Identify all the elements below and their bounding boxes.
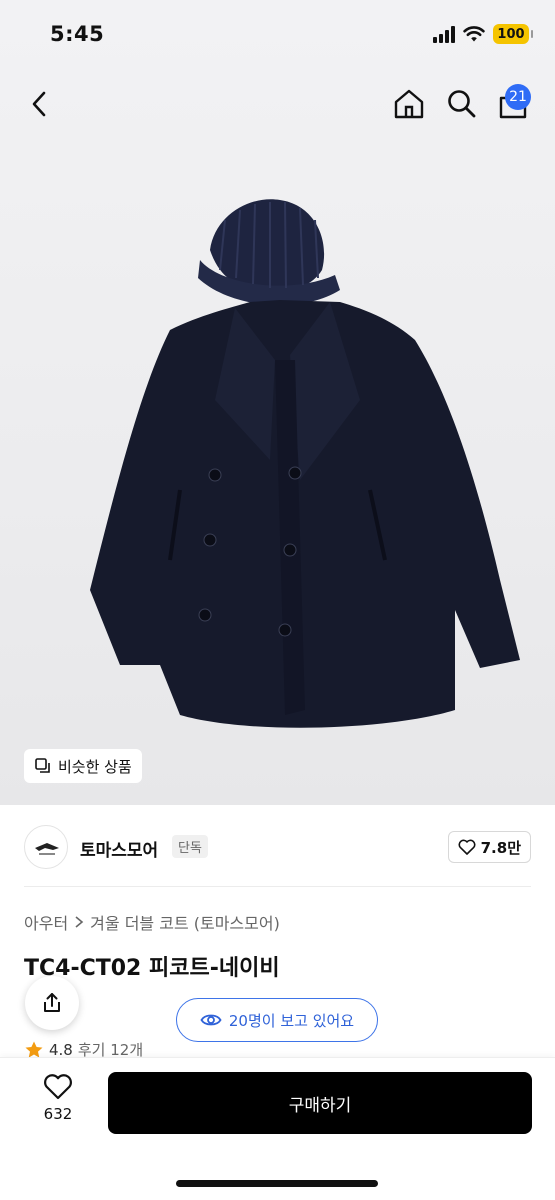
status-time: 5:45 bbox=[50, 22, 105, 46]
product-image[interactable] bbox=[60, 190, 530, 750]
divider bbox=[24, 886, 531, 887]
rating-score: 4.8 bbox=[49, 1040, 73, 1059]
back-icon[interactable] bbox=[22, 86, 58, 122]
similar-products-button[interactable]: 비슷한 상품 bbox=[24, 749, 142, 783]
wifi-icon bbox=[463, 26, 485, 42]
breadcrumb-subcategory[interactable]: 겨울 더블 코트 (토마스모어) bbox=[90, 910, 280, 934]
wishlist-button[interactable]: 632 bbox=[30, 1073, 86, 1133]
status-icons: 100 bbox=[433, 24, 533, 44]
buy-button[interactable]: 구매하기 bbox=[108, 1072, 532, 1134]
wishlist-count: 632 bbox=[43, 1105, 73, 1123]
status-bar: 5:45 100 bbox=[0, 0, 555, 70]
seller-name[interactable]: 토마스모어 bbox=[80, 836, 158, 861]
product-hero: 5:45 100 21 비슷한 상품 bbox=[0, 0, 555, 805]
home-indicator bbox=[176, 1180, 378, 1187]
search-icon[interactable] bbox=[443, 86, 479, 122]
breadcrumb-category[interactable]: 아우터 bbox=[24, 910, 68, 934]
share-button[interactable] bbox=[25, 976, 79, 1030]
breadcrumb: 아우터 겨울 더블 코트 (토마스모어) bbox=[24, 910, 280, 934]
top-nav bbox=[0, 80, 555, 130]
seller-logo-image bbox=[35, 843, 59, 855]
heart-icon bbox=[44, 1074, 72, 1100]
share-icon bbox=[44, 993, 60, 1012]
battery-indicator: 100 bbox=[493, 24, 533, 44]
cart-badge: 21 bbox=[505, 84, 531, 110]
chevron-right-icon bbox=[75, 916, 84, 928]
exclusive-badge: 단독 bbox=[172, 835, 208, 858]
seller-like-button[interactable]: 7.8만 bbox=[447, 831, 531, 863]
similar-products-label: 비슷한 상품 bbox=[58, 757, 132, 776]
copy-icon bbox=[35, 758, 50, 773]
viewers-count-pill: 20명이 보고 있어요 bbox=[176, 998, 378, 1042]
eye-icon bbox=[200, 1014, 222, 1026]
viewers-count-text: 20명이 보고 있어요 bbox=[228, 1011, 355, 1030]
seller-logo[interactable] bbox=[24, 825, 68, 869]
seller-like-count: 7.8만 bbox=[480, 838, 521, 857]
seller-row[interactable]: 토마스모어 단독 7.8만 bbox=[24, 823, 531, 871]
home-icon[interactable] bbox=[391, 86, 427, 122]
heart-icon bbox=[458, 839, 476, 855]
signal-icon bbox=[433, 25, 455, 43]
